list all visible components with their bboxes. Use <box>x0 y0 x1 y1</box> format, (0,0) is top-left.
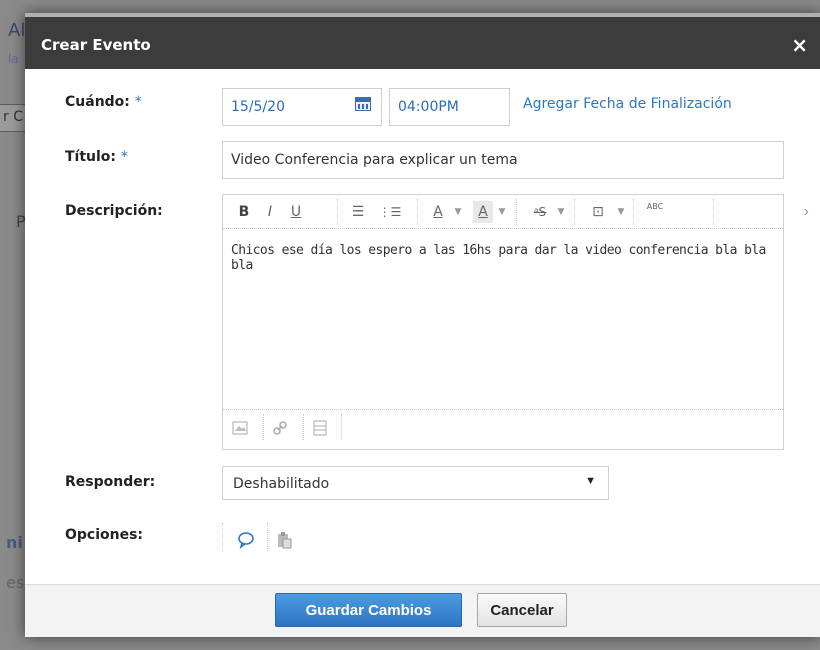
calendar-icon[interactable] <box>355 97 371 111</box>
description-editor: B I U ☰ ⋮☰ A ▼ A ▼ ᵃS ▼ ⊡ ▼ ABC › Chicos… <box>222 194 809 450</box>
when-label-text: Cuándo: <box>65 94 130 110</box>
format-icon[interactable]: ᵃS <box>526 201 554 223</box>
chevron-down-icon: ▼ <box>585 475 596 487</box>
editor-footer-toolbar <box>223 409 783 449</box>
background-text: la <box>8 52 19 66</box>
responder-label-text: Responder: <box>65 474 156 490</box>
cancel-button[interactable]: Cancelar <box>477 593 567 627</box>
time-field[interactable]: 04:00PM <box>389 88 510 126</box>
when-label: Cuándo: * <box>65 94 142 110</box>
chevron-right-icon[interactable]: › <box>804 203 809 221</box>
dialog-footer: Guardar Cambios Cancelar <box>25 584 820 637</box>
required-mark: * <box>120 149 128 165</box>
dialog-titlebar: Crear Evento × <box>25 27 820 69</box>
numbered-list-icon[interactable]: ⋮☰ <box>377 201 403 223</box>
table-icon[interactable] <box>311 419 329 437</box>
time-value: 04:00PM <box>398 99 459 115</box>
font-color-icon[interactable]: A <box>429 201 447 223</box>
background-text: Al <box>8 20 26 41</box>
close-icon[interactable]: × <box>791 33 808 57</box>
background-color-icon[interactable]: A <box>473 201 493 223</box>
required-mark: * <box>134 94 142 110</box>
toolbar-separator <box>267 523 268 551</box>
dialog-title: Crear Evento <box>41 36 151 54</box>
chevron-down-icon[interactable]: ▼ <box>556 201 566 223</box>
options-label-text: Opciones: <box>65 527 144 543</box>
title-value: Video Conferencia para explicar un tema <box>231 152 518 168</box>
toolbar-separator <box>337 199 338 225</box>
save-changes-button[interactable]: Guardar Cambios <box>275 593 462 627</box>
description-label-text: Descripción: <box>65 203 163 219</box>
link-icon[interactable] <box>271 419 289 437</box>
background-text: r C <box>3 109 23 125</box>
chevron-down-icon[interactable]: ▼ <box>453 201 463 223</box>
responder-select[interactable]: Deshabilitado ▼ <box>222 466 609 500</box>
comment-icon[interactable] <box>237 531 255 554</box>
description-label: Descripción: <box>65 203 163 219</box>
chevron-down-icon[interactable]: ▼ <box>497 201 507 223</box>
toolbar-separator <box>417 199 418 225</box>
toolbar-separator <box>633 199 634 225</box>
spellcheck-icon[interactable]: ABC <box>641 201 669 223</box>
bold-button[interactable]: B <box>235 201 253 223</box>
date-field[interactable]: 15/5/20 <box>222 88 382 126</box>
background-text: es <box>6 573 25 592</box>
bullet-list-icon[interactable]: ☰ <box>347 201 369 223</box>
italic-button[interactable]: I <box>261 201 279 223</box>
create-event-dialog: Crear Evento × Cuándo: * 15/5/20 04:00PM… <box>25 13 820 637</box>
toolbar-separator <box>222 523 223 551</box>
options-label: Opciones: <box>65 527 143 543</box>
toolbar-separator <box>516 199 517 225</box>
underline-button[interactable]: U <box>287 201 305 223</box>
responder-value: Deshabilitado <box>233 476 330 492</box>
insert-icon[interactable]: ⊡ <box>587 201 609 223</box>
toolbar-separator <box>303 414 304 440</box>
title-input[interactable]: Video Conferencia para explicar un tema <box>222 141 784 179</box>
add-end-date-link[interactable]: Agregar Fecha de Finalización <box>523 96 732 112</box>
toolbar-separator <box>263 414 264 440</box>
description-text[interactable]: Chicos ese día los espero a las 16hs par… <box>231 243 783 273</box>
image-icon[interactable] <box>231 419 249 437</box>
date-value: 15/5/20 <box>231 99 285 115</box>
title-label-text: Título: <box>65 149 117 165</box>
chevron-down-icon[interactable]: ▼ <box>616 201 626 223</box>
toolbar-separator <box>574 199 575 225</box>
toolbar-separator <box>341 414 342 440</box>
title-label: Título: * <box>65 149 128 165</box>
toolbar-separator <box>713 199 714 225</box>
editor-toolbar: B I U ☰ ⋮☰ A ▼ A ▼ ᵃS ▼ ⊡ ▼ ABC › <box>223 195 809 229</box>
responder-label: Responder: <box>65 474 155 490</box>
clipboard-icon[interactable] <box>275 531 293 554</box>
background-text: ni <box>6 533 23 552</box>
